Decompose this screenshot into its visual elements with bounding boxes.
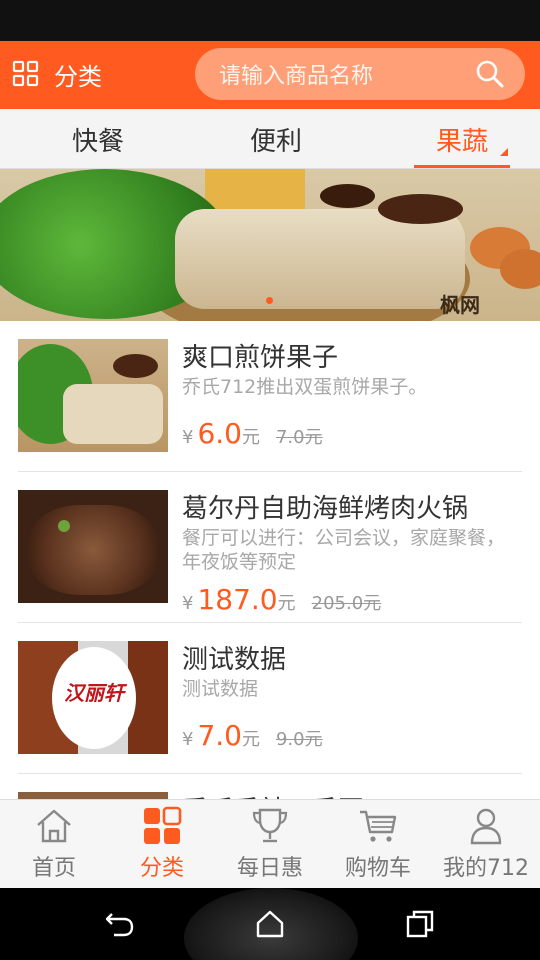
system-nav-bar xyxy=(0,888,540,960)
promo-banner[interactable]: 枫网 xyxy=(0,169,540,321)
tab-fastfood[interactable]: 快餐 xyxy=(40,109,156,169)
product-description: 乔氏712推出双蛋煎饼果子。 xyxy=(182,376,428,398)
nav-item-category[interactable]: 分类 xyxy=(108,800,216,889)
list-item[interactable]: 葛尔丹自助海鲜烤肉火锅 餐厅可以进行：公司会议，家庭聚餐，年夜饭等预定 ¥ 18… xyxy=(0,472,540,623)
product-thumbnail xyxy=(18,792,168,799)
price-row: ¥ 187.0 元 205.0元 xyxy=(182,583,381,616)
product-price: 6.0 xyxy=(197,417,242,450)
list-item[interactable]: 汉丽轩 测试数据 测试数据 ¥ 7.0 元 9.0元 xyxy=(0,623,540,774)
price-unit: 元 xyxy=(277,593,296,614)
product-description: 测试数据 xyxy=(182,678,259,700)
nav-item-profile[interactable]: 我的712 xyxy=(432,800,540,889)
price-unit: 元 xyxy=(241,427,260,448)
price-row: ¥ 7.0 元 9.0元 xyxy=(182,719,323,752)
product-description: 餐厅可以进行：公司会议，家庭聚餐，年夜饭等预定 xyxy=(182,527,506,573)
search-input[interactable]: 请输入商品名称 xyxy=(195,48,525,100)
nav-item-home[interactable]: 首页 xyxy=(0,800,108,889)
product-price: 187.0 xyxy=(197,583,278,616)
currency-symbol: ¥ xyxy=(182,729,194,750)
product-title: 测试数据 xyxy=(182,645,287,675)
product-title: 爽口煎饼果子 xyxy=(182,343,339,373)
home-button[interactable] xyxy=(254,908,286,940)
nav-label: 首页 xyxy=(31,856,76,881)
product-title: 葛尔丹自助海鲜烤肉火锅 xyxy=(182,494,469,524)
price-row: ¥ 6.0 元 7.0元 xyxy=(182,417,323,450)
recents-icon xyxy=(406,910,434,938)
banner-watermark: 枫网 xyxy=(440,293,480,317)
nav-label: 购物车 xyxy=(344,856,411,881)
product-thumbnail xyxy=(18,490,168,603)
nav-label: 分类 xyxy=(139,856,184,881)
banner-pancake xyxy=(175,209,465,309)
nav-label: 每日惠 xyxy=(236,856,303,881)
search-icon[interactable] xyxy=(475,59,505,89)
cart-icon xyxy=(360,810,397,842)
recents-button[interactable] xyxy=(404,908,436,940)
category-button[interactable]: 分类 xyxy=(12,54,102,94)
banner-sauce xyxy=(320,184,375,208)
product-list: 爽口煎饼果子 乔氏712推出双蛋煎饼果子。 ¥ 6.0 元 7.0元 葛尔丹自助… xyxy=(0,321,540,799)
category-label: 分类 xyxy=(54,62,102,91)
product-thumbnail: 汉丽轩 xyxy=(18,641,168,754)
back-button[interactable] xyxy=(104,908,136,940)
nav-label: 我的712 xyxy=(443,856,529,881)
active-tab-indicator xyxy=(414,165,510,168)
person-icon xyxy=(470,808,502,845)
price-unit: 元 xyxy=(241,729,260,750)
nav-item-daily-deals[interactable]: 每日惠 xyxy=(216,800,324,889)
product-thumbnail xyxy=(18,339,168,452)
tab-convenience[interactable]: 便利 xyxy=(218,109,334,169)
banner-sauce xyxy=(378,194,463,224)
list-item[interactable]: 乔氏香辣五香豆 xyxy=(0,774,540,799)
original-price: 7.0元 xyxy=(275,427,323,448)
tab-caret-icon xyxy=(500,148,508,156)
category-icon xyxy=(144,806,182,844)
banner-egg xyxy=(500,249,540,289)
search-placeholder: 请输入商品名称 xyxy=(219,64,374,89)
banner-page-indicator[interactable] xyxy=(266,297,273,304)
category-tabs: 快餐 便利 果蔬 xyxy=(0,109,540,169)
status-bar xyxy=(0,0,540,41)
trophy-icon xyxy=(252,808,288,843)
currency-symbol: ¥ xyxy=(182,427,194,448)
grid-icon xyxy=(12,60,39,87)
original-price: 9.0元 xyxy=(275,729,323,750)
tab-fruits-vegetables[interactable]: 果蔬 xyxy=(414,109,510,169)
back-icon xyxy=(105,913,134,937)
currency-symbol: ¥ xyxy=(182,593,194,614)
list-item[interactable]: 爽口煎饼果子 乔氏712推出双蛋煎饼果子。 ¥ 6.0 元 7.0元 xyxy=(0,321,540,472)
thumbnail-logo-text: 汉丽轩 xyxy=(64,681,124,705)
top-header: 分类 请输入商品名称 xyxy=(0,41,540,109)
home-outline-icon xyxy=(256,910,284,938)
product-title: 乔氏香辣五香豆 xyxy=(182,790,364,799)
nav-item-cart[interactable]: 购物车 xyxy=(324,800,432,889)
product-price: 7.0 xyxy=(197,719,242,752)
original-price: 205.0元 xyxy=(311,593,382,614)
home-icon xyxy=(37,809,71,843)
bottom-nav: 首页 分类 每日惠 购物车 我的712 xyxy=(0,799,540,888)
